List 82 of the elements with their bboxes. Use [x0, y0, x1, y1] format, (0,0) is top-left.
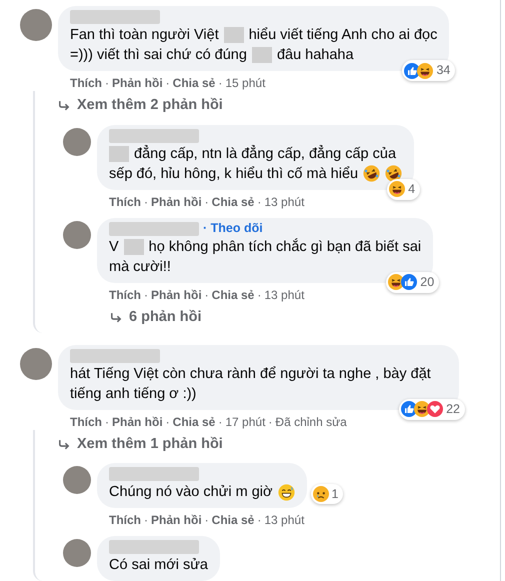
comment-text: đâu hahaha: [276, 46, 354, 65]
separator-dot: ·: [204, 512, 209, 530]
redaction-block: [124, 238, 144, 255]
follow-link[interactable]: · Theo dõi: [203, 219, 263, 238]
separator-dot: ·: [144, 194, 148, 211]
comment-text: Fan thì toàn người Việt: [70, 26, 219, 45]
separator-dot: ·: [166, 414, 170, 431]
separator-dot: ·: [257, 512, 262, 530]
reaction-count: 20: [420, 274, 434, 291]
separator-dot: ·: [204, 286, 209, 304]
avatar[interactable]: [63, 539, 91, 568]
comment-text: đẳng cấp, ntn là đẳng cấp, đẳng cấp của: [134, 144, 396, 164]
timestamp[interactable]: 17 phút: [225, 412, 266, 431]
avatar[interactable]: [20, 348, 52, 380]
separator-dot: ·: [204, 194, 209, 211]
action-link[interactable]: Chia sẻ: [212, 511, 254, 530]
action-link[interactable]: Thích: [109, 192, 141, 211]
comment-text: họ không phân tích chắc gì bạn đã biết sai: [148, 237, 422, 257]
action-link[interactable]: Thích: [70, 412, 102, 431]
comment-text: V: [109, 238, 119, 257]
reaction-count: 1: [332, 486, 338, 503]
timestamp[interactable]: 13 phút: [264, 286, 304, 304]
comment-text: =))) viết thì sai chứ có đúng: [70, 46, 247, 65]
separator-dot: ·: [218, 75, 222, 92]
timestamp[interactable]: 13 phút: [264, 511, 304, 530]
comment-text: sếp đó, hỉu hông, k hiểu thì cố mà hiểu: [109, 164, 358, 184]
laughing-face-icon: [389, 181, 406, 198]
reaction-count: 4: [408, 181, 416, 198]
comment-text: Chúng nó vào chửi m giờ: [109, 483, 272, 502]
action-link[interactable]: Phản hồi: [151, 511, 202, 530]
more-replies-link[interactable]: Xem thêm 1 phản hồi: [57, 434, 223, 456]
avatar[interactable]: [63, 220, 91, 249]
action-link[interactable]: Chia sẻ: [172, 412, 216, 431]
comment-text: Có sai mới sửa: [109, 556, 208, 576]
rolling-laughing-face-icon: [363, 165, 380, 182]
reaction-count: 34: [436, 62, 450, 80]
separator-dot: ·: [105, 75, 109, 92]
smiling-face-icon: [278, 484, 294, 501]
reply-arrow-icon: [57, 98, 71, 113]
rolling-laughing-face-icon: [385, 165, 402, 182]
action-link[interactable]: Chia sẻ: [212, 192, 254, 211]
avatar[interactable]: [63, 466, 91, 494]
reaction-badge[interactable]: 22: [399, 398, 465, 420]
separator-dot: ·: [257, 194, 262, 211]
action-link[interactable]: Phản hồi: [151, 192, 202, 211]
sad-face-icon: [312, 486, 328, 502]
separator-dot: ·: [105, 414, 109, 431]
redaction-block: [252, 47, 272, 63]
separator-dot: ·: [218, 414, 222, 431]
separator-dot: ·: [166, 75, 170, 92]
separator-dot: ·: [257, 286, 262, 304]
redaction-block: [109, 146, 129, 162]
separator-dot: ·: [144, 512, 148, 530]
reaction-badge[interactable]: 4: [387, 179, 420, 200]
reply-arrow-icon: [109, 310, 123, 325]
action-link[interactable]: Thích: [109, 286, 141, 304]
separator-dot: ·: [144, 286, 148, 304]
reaction-badge[interactable]: 20: [386, 272, 440, 293]
thumbs-up-icon: [401, 274, 418, 290]
replies-link[interactable]: 6 phản hồi: [109, 306, 202, 328]
action-link[interactable]: Phản hồi: [151, 286, 202, 304]
laughing-face-icon: [417, 62, 434, 79]
reaction-badge[interactable]: 34: [402, 60, 456, 81]
action-link[interactable]: Phản hồi: [112, 74, 163, 92]
redaction-block: [224, 27, 244, 43]
edited-label: Đã chỉnh sửa: [275, 414, 347, 431]
more-replies-link[interactable]: Xem thêm 2 phản hồi: [57, 95, 223, 117]
comment-text: mà cười!!: [109, 258, 171, 277]
separator-dot: ·: [268, 414, 272, 431]
reply-arrow-icon: [57, 438, 71, 452]
action-link[interactable]: Chia sẻ: [172, 74, 216, 92]
reaction-badge[interactable]: 1: [310, 484, 344, 504]
action-link[interactable]: Thích: [109, 511, 141, 530]
avatar[interactable]: [63, 128, 91, 156]
comment-text: hiểu viết tiếng Anh cho ai đọc: [248, 26, 438, 45]
reaction-count: 22: [446, 400, 460, 418]
action-link[interactable]: Chia sẻ: [212, 286, 254, 304]
action-link[interactable]: Thích: [70, 74, 102, 92]
timestamp[interactable]: 13 phút: [264, 192, 304, 211]
timestamp[interactable]: 15 phút: [225, 74, 266, 92]
action-link[interactable]: Phản hồi: [112, 412, 163, 431]
avatar[interactable]: [20, 9, 52, 41]
